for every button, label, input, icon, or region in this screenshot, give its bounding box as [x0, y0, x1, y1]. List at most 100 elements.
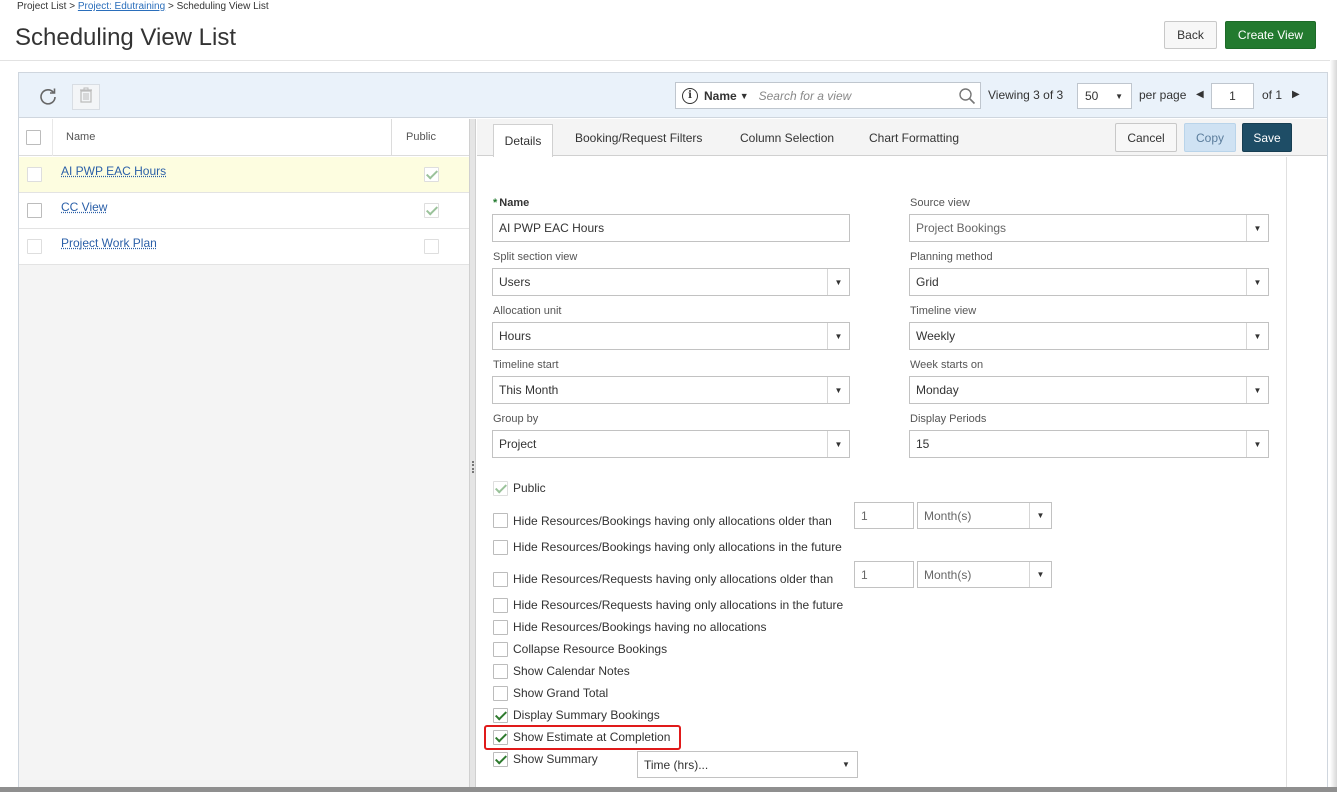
- breadcrumb-separator: >: [167, 1, 174, 12]
- split-section-label: Split section view: [493, 251, 578, 263]
- hide-requests-older-label: Hide Resources/Requests having only allo…: [513, 572, 834, 586]
- display-summary-checkbox[interactable]: [493, 708, 508, 723]
- breadcrumb: Project List > Project: Edutraining > Sc…: [17, 1, 269, 12]
- group-by-value: Project: [499, 437, 537, 451]
- search-icon[interactable]: [958, 87, 976, 105]
- row-checkbox[interactable]: [27, 239, 42, 254]
- planning-method-value: Grid: [916, 275, 939, 289]
- row-checkbox[interactable]: [27, 167, 42, 182]
- page-number-input[interactable]: 1: [1211, 83, 1254, 109]
- week-starts-label: Week starts on: [910, 359, 984, 371]
- allocation-unit-select[interactable]: Hours ▼: [492, 322, 850, 350]
- per-page-value: 50: [1085, 89, 1099, 103]
- view-link[interactable]: Project Work Plan: [61, 236, 157, 250]
- save-button[interactable]: Save: [1242, 123, 1292, 152]
- show-summary-checkbox[interactable]: [493, 752, 508, 767]
- hide-requests-future-label: Hide Resources/Requests having only allo…: [513, 598, 844, 612]
- summary-select-value: Time (hrs)...: [644, 757, 709, 772]
- week-starts-select[interactable]: Monday ▼: [909, 376, 1269, 404]
- group-by-select[interactable]: Project ▼: [492, 430, 850, 458]
- hide-bookings-future-checkbox[interactable]: [493, 540, 508, 555]
- create-view-button[interactable]: Create View: [1225, 21, 1316, 49]
- chevron-down-icon[interactable]: ▼: [740, 91, 749, 101]
- hide-bookings-older-checkbox[interactable]: [493, 513, 508, 528]
- chevron-down-icon: ▼: [1246, 269, 1268, 295]
- viewing-count: Viewing 3 of 3: [988, 88, 1063, 102]
- timeline-start-label: Timeline start: [493, 359, 559, 371]
- display-periods-select[interactable]: 15 ▼: [909, 430, 1269, 458]
- timeline-view-label: Timeline view: [910, 305, 977, 317]
- select-all-checkbox[interactable]: [26, 130, 41, 145]
- public-option-checkbox[interactable]: [493, 481, 508, 496]
- chevron-down-icon: ▼: [1246, 323, 1268, 349]
- summary-select[interactable]: Time (hrs)... ▼: [637, 751, 858, 778]
- column-divider: [52, 119, 53, 156]
- split-section-select[interactable]: Users ▼: [492, 268, 850, 296]
- chevron-down-icon: ▼: [1029, 562, 1051, 587]
- tab-booking-request-filters[interactable]: Booking/Request Filters: [575, 131, 702, 145]
- hide-requests-older-qty[interactable]: 1: [854, 561, 914, 588]
- row-checkbox[interactable]: [27, 203, 42, 218]
- panel-splitter[interactable]: [469, 119, 476, 787]
- refresh-icon[interactable]: [37, 85, 59, 107]
- hide-bookings-older-unit-select[interactable]: Month(s) ▼: [917, 502, 1052, 529]
- hide-no-allocations-checkbox[interactable]: [493, 620, 508, 635]
- hide-bookings-future-label: Hide Resources/Bookings having only allo…: [513, 540, 842, 554]
- tab-chart-formatting[interactable]: Chart Formatting: [869, 131, 959, 145]
- viewing-value: 3 of 3: [1033, 88, 1064, 102]
- back-button[interactable]: Back: [1164, 21, 1217, 49]
- next-page-icon[interactable]: ▶: [1292, 89, 1300, 100]
- breadcrumb-current: Scheduling View List: [176, 1, 269, 12]
- collapse-bookings-checkbox[interactable]: [493, 642, 508, 657]
- calendar-notes-checkbox[interactable]: [493, 664, 508, 679]
- cancel-button[interactable]: Cancel: [1115, 123, 1177, 152]
- source-view-select[interactable]: Project Bookings ▼: [909, 214, 1269, 242]
- hide-requests-older-checkbox[interactable]: [493, 572, 508, 587]
- grand-total-checkbox[interactable]: [493, 686, 508, 701]
- breadcrumb-project-link[interactable]: Project: Edutraining: [78, 1, 165, 12]
- allocation-unit-value: Hours: [499, 329, 532, 343]
- breadcrumb-project-list[interactable]: Project List: [17, 1, 66, 12]
- display-periods-label: Display Periods: [910, 413, 987, 425]
- per-page-label: per page: [1139, 88, 1187, 102]
- search-field-dropdown[interactable]: Name: [704, 89, 737, 103]
- hide-bookings-older-unit-value: Month(s): [924, 508, 972, 523]
- view-link[interactable]: AI PWP EAC Hours: [61, 164, 166, 178]
- tab-details[interactable]: Details: [493, 124, 553, 157]
- window-shadow: [1330, 60, 1337, 792]
- hide-requests-future-checkbox[interactable]: [493, 598, 508, 613]
- timeline-view-select[interactable]: Weekly ▼: [909, 322, 1269, 350]
- prev-page-icon[interactable]: ◀: [1196, 89, 1204, 100]
- drag-handle-icon[interactable]: [472, 461, 474, 473]
- hide-requests-older-unit-select[interactable]: Month(s) ▼: [917, 561, 1052, 588]
- page-title: Scheduling View List: [15, 24, 237, 51]
- info-icon[interactable]: i: [682, 87, 698, 104]
- planning-method-select[interactable]: Grid ▼: [909, 268, 1269, 296]
- chevron-down-icon: ▼: [842, 760, 850, 769]
- timeline-start-value: This Month: [499, 383, 559, 397]
- name-label-text: Name: [499, 197, 530, 209]
- public-checkbox: [424, 167, 439, 182]
- copy-button[interactable]: Copy: [1184, 123, 1236, 152]
- tab-column-selection[interactable]: Column Selection: [740, 131, 834, 145]
- delete-button[interactable]: [72, 84, 100, 110]
- calendar-notes-label: Show Calendar Notes: [513, 664, 630, 678]
- window-shadow: [0, 787, 1337, 792]
- per-page-select[interactable]: 50 ▼: [1077, 83, 1132, 109]
- timeline-start-select[interactable]: This Month ▼: [492, 376, 850, 404]
- split-section-value: Users: [499, 275, 531, 289]
- public-checkbox: [424, 203, 439, 218]
- column-header-name[interactable]: Name: [66, 131, 95, 143]
- display-periods-value: 15: [916, 437, 930, 451]
- breadcrumb-separator: >: [69, 1, 76, 12]
- hide-bookings-older-qty[interactable]: 1: [854, 502, 914, 529]
- chevron-down-icon: ▼: [1029, 503, 1051, 528]
- hide-requests-older-unit-value: Month(s): [924, 567, 972, 582]
- list-empty-area: [19, 265, 469, 787]
- name-input[interactable]: AI PWP EAC Hours: [492, 214, 850, 242]
- chevron-down-icon: ▼: [827, 269, 849, 295]
- view-link[interactable]: CC View: [61, 200, 107, 214]
- search-input[interactable]: Search for a view: [759, 89, 958, 103]
- group-by-label: Group by: [493, 413, 539, 425]
- column-header-public[interactable]: Public: [406, 131, 436, 143]
